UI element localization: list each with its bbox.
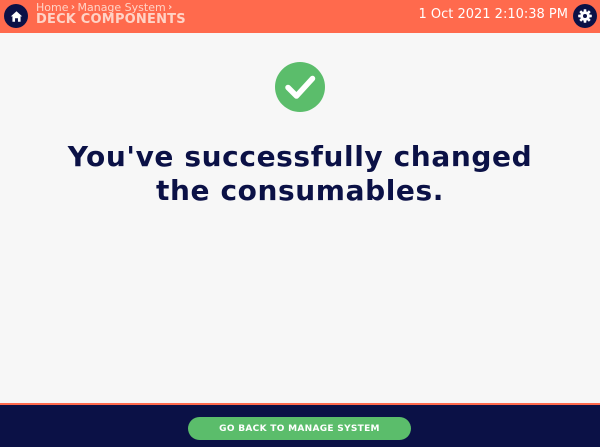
datetime-display: 1 Oct 2021 2:10:38 PM [418,7,568,22]
home-button[interactable] [4,4,28,28]
success-message-line: the consumables. [155,174,445,207]
footer-bar: GO BACK TO MANAGE SYSTEM [0,403,600,447]
page-title: DECK COMPONENTS [36,12,186,27]
settings-button[interactable] [573,4,597,28]
gear-icon [578,9,592,23]
top-bar: Home › Manage System › DECK COMPONENTS 1… [0,0,600,33]
go-back-button[interactable]: GO BACK TO MANAGE SYSTEM [188,417,411,440]
home-icon [10,10,22,22]
success-message: You've successfully changed the consumab… [0,140,600,208]
check-circle-icon [275,62,325,112]
success-message-line: You've successfully changed [67,140,533,173]
